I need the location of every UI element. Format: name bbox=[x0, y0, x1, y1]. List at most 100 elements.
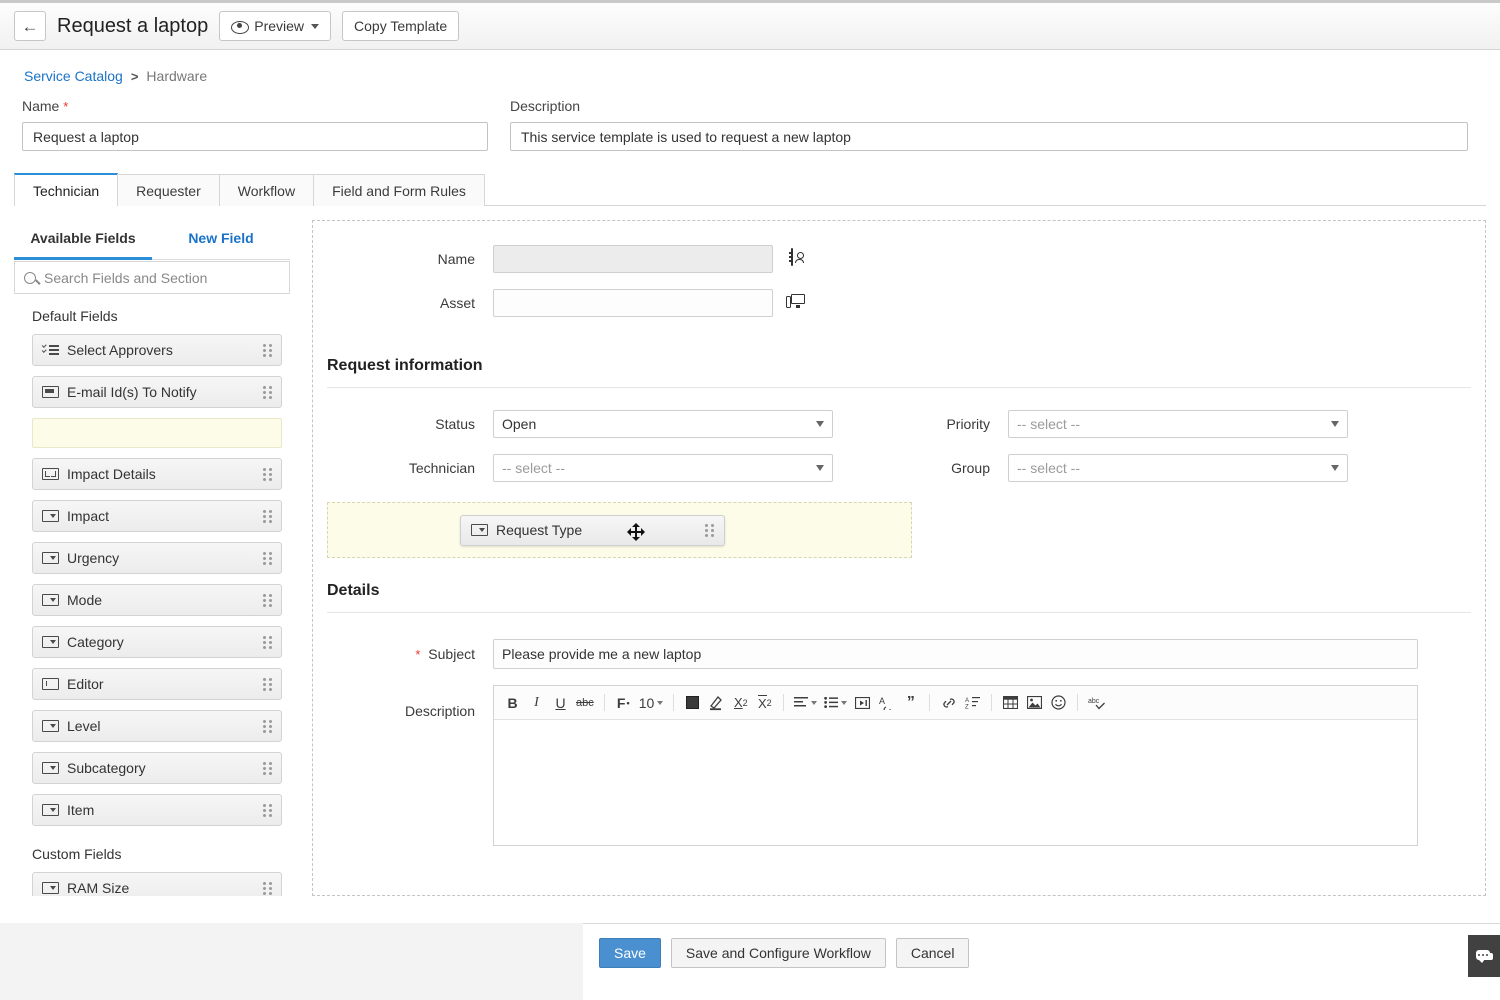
indent-button[interactable] bbox=[852, 691, 873, 715]
description-editor-area[interactable] bbox=[494, 720, 1417, 845]
tab-new-field-label: New Field bbox=[188, 230, 254, 246]
search-input[interactable]: Search Fields and Section bbox=[44, 270, 207, 286]
canvas-name-input[interactable] bbox=[493, 245, 773, 273]
font-color-button[interactable] bbox=[682, 691, 703, 715]
template-description-input[interactable] bbox=[510, 122, 1468, 151]
field-chip-select-approvers[interactable]: Select Approvers bbox=[32, 334, 282, 366]
toolbar-divider bbox=[603, 694, 605, 711]
emoji-button[interactable] bbox=[1048, 691, 1069, 715]
group-select[interactable]: -- select -- bbox=[1008, 454, 1348, 482]
priority-select[interactable]: -- select -- bbox=[1008, 410, 1348, 438]
tab-new-field[interactable]: New Field bbox=[152, 220, 290, 259]
cancel-button[interactable]: Cancel bbox=[895, 938, 970, 968]
clear-format-button[interactable]: A bbox=[876, 691, 897, 715]
back-button[interactable]: ← bbox=[14, 11, 46, 41]
link-button[interactable] bbox=[938, 691, 959, 715]
drag-handle-icon[interactable] bbox=[263, 635, 272, 649]
spellcheck-button[interactable]: abc bbox=[1086, 691, 1108, 715]
search-field-container[interactable]: Search Fields and Section bbox=[14, 261, 290, 294]
bullet-list-icon bbox=[824, 697, 839, 708]
copy-template-button[interactable]: Copy Template bbox=[342, 11, 460, 41]
drag-handle-icon[interactable] bbox=[263, 593, 272, 607]
subject-label: * Subject bbox=[313, 646, 493, 662]
contact-card-icon[interactable] bbox=[791, 248, 811, 269]
drag-handle-icon[interactable] bbox=[263, 343, 272, 357]
image-button[interactable] bbox=[1024, 691, 1045, 715]
italic-button[interactable]: I bbox=[526, 691, 547, 715]
underline-button[interactable]: U bbox=[550, 691, 571, 715]
table-button[interactable] bbox=[1000, 691, 1021, 715]
field-chip-mode[interactable]: Mode bbox=[32, 584, 282, 616]
toolbar-divider bbox=[929, 694, 931, 711]
field-chip-email-ids-to-notify[interactable]: E-mail Id(s) To Notify bbox=[32, 376, 282, 408]
status-select[interactable]: Open bbox=[493, 410, 833, 438]
blockquote-button[interactable]: ” bbox=[900, 691, 921, 715]
field-drop-zone[interactable]: Request Type bbox=[327, 502, 912, 558]
field-chip-item[interactable]: Item bbox=[32, 794, 282, 826]
textarea-field-icon bbox=[42, 468, 59, 480]
priority-select-value: -- select -- bbox=[1017, 416, 1080, 432]
technician-select-value: -- select -- bbox=[502, 460, 565, 476]
drag-handle-icon[interactable] bbox=[263, 803, 272, 817]
save-and-configure-workflow-button[interactable]: Save and Configure Workflow bbox=[670, 938, 886, 968]
fields-list-scroll[interactable]: Default Fields Select Approvers E-mail I… bbox=[14, 294, 290, 896]
tab-requester[interactable]: Requester bbox=[117, 174, 220, 206]
field-chip-ram-size[interactable]: RAM Size bbox=[32, 872, 282, 896]
tab-workflow[interactable]: Workflow bbox=[218, 174, 315, 206]
field-chip-category[interactable]: Category bbox=[32, 626, 282, 658]
strikethrough-button[interactable]: abc bbox=[574, 691, 596, 715]
preview-button[interactable]: Preview bbox=[219, 11, 332, 41]
drag-handle-icon[interactable] bbox=[705, 523, 714, 537]
rich-text-editor[interactable]: B I U abc F • 10 X 2 X 2 A ” A Z abc bbox=[493, 685, 1418, 846]
tab-technician[interactable]: Technician bbox=[14, 173, 119, 206]
canvas-row-asset: Asset bbox=[313, 289, 1485, 317]
drag-handle-icon[interactable] bbox=[263, 385, 272, 399]
drag-handle-icon[interactable] bbox=[263, 719, 272, 733]
section-divider bbox=[327, 612, 1471, 613]
font-family-button[interactable]: F • bbox=[613, 691, 634, 715]
status-select-value: Open bbox=[502, 416, 537, 432]
font-size-button[interactable]: 10 bbox=[637, 691, 666, 715]
breadcrumb-service-catalog[interactable]: Service Catalog bbox=[24, 68, 123, 84]
field-chip-editor[interactable]: Editor bbox=[32, 668, 282, 700]
form-canvas[interactable]: Name Asset Request information Status Op… bbox=[312, 220, 1486, 896]
select-field-icon bbox=[42, 882, 59, 894]
tab-available-fields[interactable]: Available Fields bbox=[14, 220, 152, 260]
field-chip-level[interactable]: Level bbox=[32, 710, 282, 742]
field-chip-impact-details[interactable]: Impact Details bbox=[32, 458, 282, 490]
dragged-field-request-type[interactable]: Request Type bbox=[460, 514, 725, 546]
field-chip-urgency[interactable]: Urgency bbox=[32, 542, 282, 574]
request-info-grid: Status Open Technician -- select -- Prio… bbox=[313, 410, 1485, 498]
technician-select[interactable]: -- select -- bbox=[493, 454, 833, 482]
sort-list-button[interactable]: AZ bbox=[962, 691, 983, 715]
select-field-icon bbox=[42, 552, 59, 564]
description-label: Description bbox=[404, 703, 475, 719]
drag-handle-icon[interactable] bbox=[263, 467, 272, 481]
arrow-left-icon: ← bbox=[21, 16, 39, 36]
status-label: Status bbox=[435, 416, 475, 432]
group-title-custom-fields: Custom Fields bbox=[32, 846, 122, 862]
save-button[interactable]: Save bbox=[599, 938, 661, 968]
asset-monitor-icon[interactable] bbox=[786, 293, 811, 313]
select-field-icon bbox=[42, 804, 59, 816]
section-divider bbox=[327, 387, 1471, 388]
field-chip-subcategory[interactable]: Subcategory bbox=[32, 752, 282, 784]
subject-input[interactable] bbox=[493, 639, 1418, 669]
highlight-color-button[interactable] bbox=[706, 691, 727, 715]
tab-field-and-form-rules[interactable]: Field and Form Rules bbox=[313, 174, 485, 206]
field-chip-impact[interactable]: Impact bbox=[32, 500, 282, 532]
sort-alpha-icon: AZ bbox=[965, 697, 981, 709]
drag-handle-icon[interactable] bbox=[263, 509, 272, 523]
canvas-asset-input[interactable] bbox=[493, 289, 773, 317]
drag-handle-icon[interactable] bbox=[263, 551, 272, 565]
bold-button[interactable]: B bbox=[502, 691, 523, 715]
bullet-list-button[interactable] bbox=[822, 691, 849, 715]
drag-handle-icon[interactable] bbox=[263, 677, 272, 691]
drag-handle-icon[interactable] bbox=[263, 761, 272, 775]
subscript-button[interactable]: X2 bbox=[730, 691, 751, 715]
align-button[interactable] bbox=[792, 691, 819, 715]
chat-widget-button[interactable] bbox=[1468, 935, 1500, 977]
drag-handle-icon[interactable] bbox=[263, 881, 272, 895]
superscript-button[interactable]: X2 bbox=[754, 691, 775, 715]
template-name-input[interactable] bbox=[22, 122, 488, 151]
